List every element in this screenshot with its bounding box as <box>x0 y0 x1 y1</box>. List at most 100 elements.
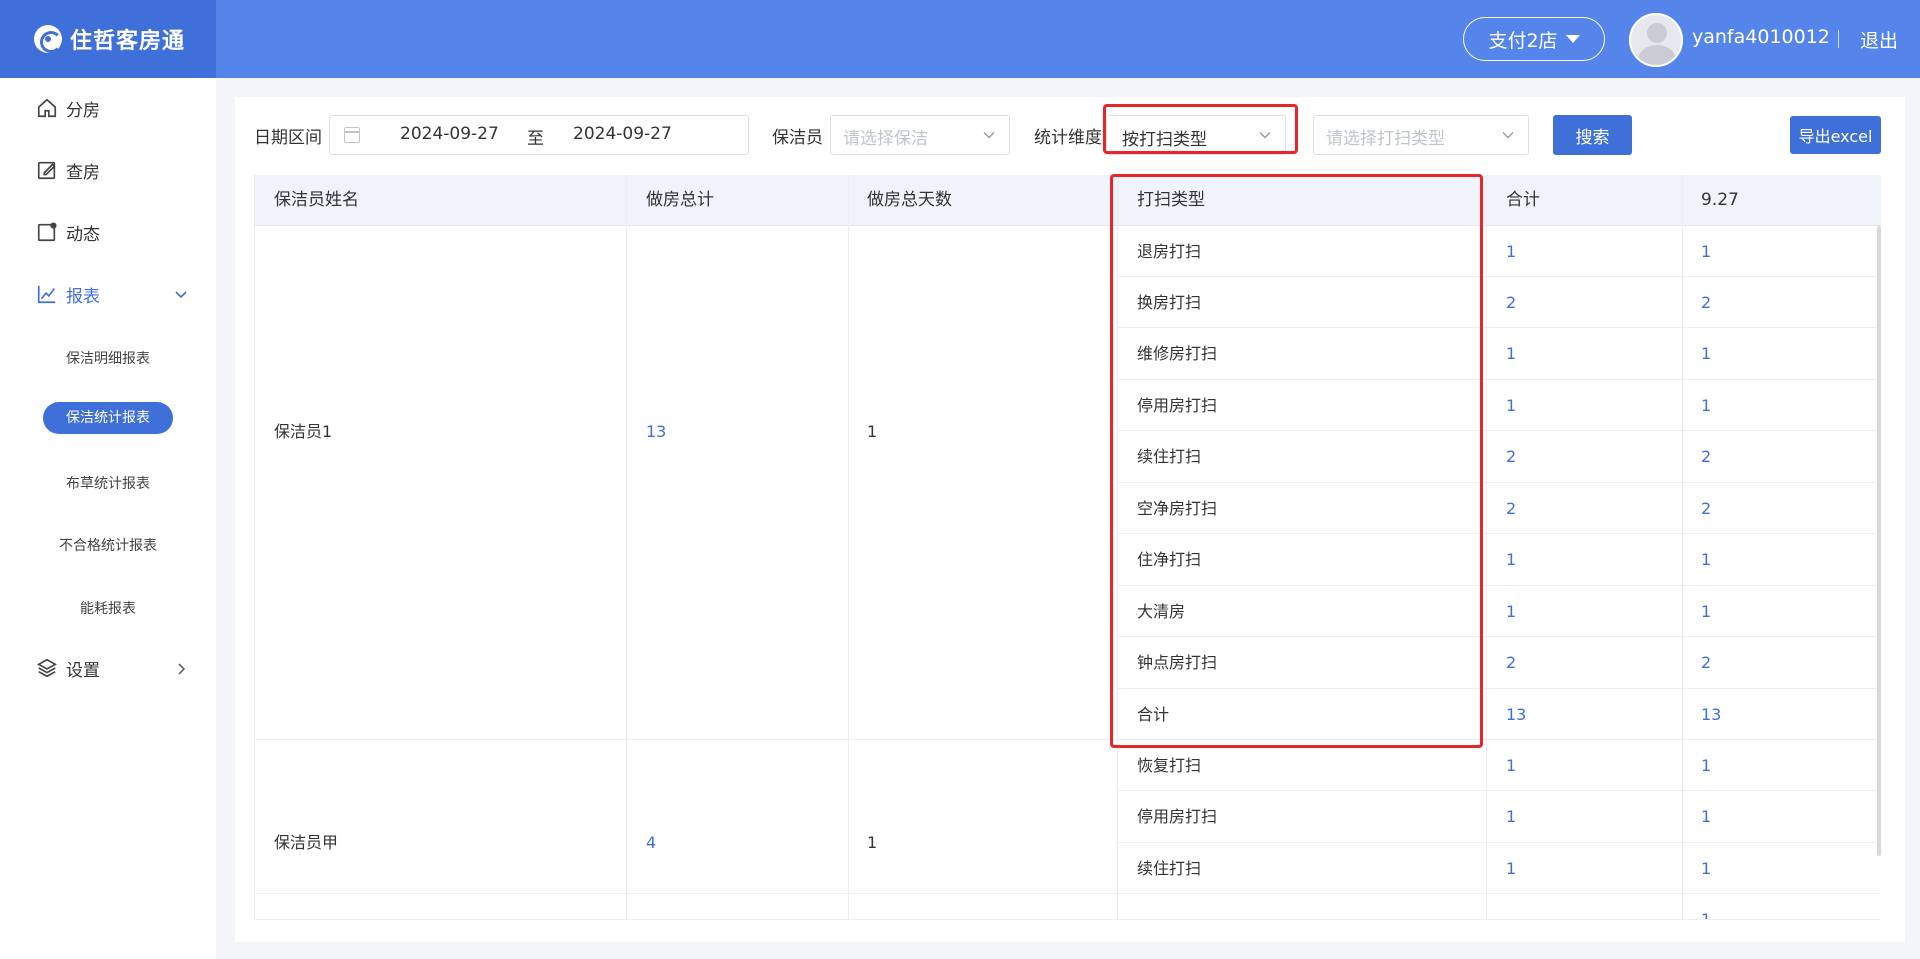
sum-value[interactable]: 1 <box>1506 791 1516 842</box>
sum-value[interactable]: 1 <box>1506 534 1516 585</box>
cleaner-placeholder: 请选择保洁 <box>843 129 928 149</box>
header-total-rooms: 做房总计 <box>646 190 714 210</box>
date-value[interactable]: 1 <box>1701 894 1711 919</box>
dimension-select[interactable]: 按打扫类型 <box>1106 115 1286 155</box>
sidebar-item-reports[interactable]: 报表 <box>36 279 100 309</box>
top-bar: 住哲客房通 支付2店 yanfa4010012 退出 <box>0 0 1920 78</box>
header-clean-type: 打扫类型 <box>1137 190 1205 210</box>
layers-icon <box>37 658 57 678</box>
sidebar-item-inspection[interactable]: 查房 <box>36 155 100 185</box>
activity-icon <box>37 222 57 242</box>
logo-icon <box>34 25 62 53</box>
header-cleaner-name: 保洁员姓名 <box>274 190 359 210</box>
date-value[interactable]: 2 <box>1701 431 1711 482</box>
sidebar-sub-cleaning-stats[interactable]: 保洁统计报表 <box>43 402 173 434</box>
cleaner-name: 保洁员甲 <box>274 833 339 852</box>
export-excel-button[interactable]: 导出excel <box>1790 116 1881 154</box>
date-value[interactable]: 2 <box>1701 637 1711 688</box>
sum-total[interactable]: 13 <box>1506 689 1526 740</box>
divider <box>1838 30 1839 48</box>
caret-down-icon <box>1565 35 1580 43</box>
logout-link[interactable]: 退出 <box>1860 26 1898 53</box>
sidebar-item-settings[interactable]: 设置 <box>36 653 100 683</box>
date-start[interactable]: 2024-09-27 <box>400 124 499 144</box>
dimension-label: 统计维度 <box>1034 128 1102 148</box>
total-days: 1 <box>867 422 878 441</box>
date-value[interactable]: 1 <box>1701 740 1711 791</box>
search-button[interactable]: 搜索 <box>1553 115 1632 155</box>
clean-type: 换房打扫 <box>1137 293 1202 312</box>
date-separator: 至 <box>527 129 544 149</box>
sidebar-sub-cleaning-detail[interactable]: 保洁明细报表 <box>0 348 216 368</box>
header-date-927: 9.27 <box>1701 190 1739 210</box>
date-value[interactable]: 1 <box>1701 328 1711 379</box>
store-selector[interactable]: 支付2店 <box>1463 17 1605 61</box>
cleaner-select[interactable]: 请选择保洁 <box>830 115 1010 155</box>
sidebar-item-activity[interactable]: 动态 <box>36 217 100 247</box>
cleaner-name: 保洁员1 <box>274 422 333 441</box>
clean-type: 停用房打扫 <box>1137 396 1218 415</box>
header-sum: 合计 <box>1506 190 1540 210</box>
table-header: 保洁员姓名 做房总计 做房总天数 打扫类型 合计 9.27 <box>255 175 1881 226</box>
date-label: 日期区间 <box>254 128 322 148</box>
sum-value[interactable]: 1 <box>1506 843 1516 894</box>
sidebar-sub-energy[interactable]: 能耗报表 <box>0 598 216 618</box>
date-value[interactable]: 1 <box>1701 791 1711 842</box>
edit-icon <box>37 161 56 180</box>
stats-table: 保洁员姓名 做房总计 做房总天数 打扫类型 合计 9.27 保洁员1 13 1 … <box>254 175 1881 920</box>
total-days: 1 <box>867 833 878 852</box>
date-end[interactable]: 2024-09-27 <box>573 124 672 144</box>
chart-icon <box>37 285 56 304</box>
date-range-picker[interactable]: 2024-09-27 至 2024-09-27 <box>329 115 749 155</box>
cleaner-label: 保洁员 <box>772 128 823 148</box>
date-value[interactable]: 1 <box>1701 586 1711 637</box>
date-value[interactable]: 2 <box>1701 277 1711 328</box>
date-value[interactable]: 1 <box>1701 534 1711 585</box>
username[interactable]: yanfa4010012 <box>1692 26 1830 48</box>
sidebar: 分房 查房 动态 报表 保洁明细报表 保洁统计报表 布草统计报表 不合格统计报表… <box>0 78 216 959</box>
clean-type: 维修房打扫 <box>1137 344 1218 363</box>
calendar-icon <box>344 127 360 143</box>
chevron-down-icon <box>1259 132 1271 139</box>
date-value[interactable]: 1 <box>1701 226 1711 277</box>
chevron-down-icon <box>983 132 995 139</box>
date-value[interactable]: 2 <box>1701 483 1711 534</box>
clean-type-select[interactable]: 请选择打扫类型 <box>1313 115 1529 155</box>
sum-value[interactable]: 1 <box>1506 586 1516 637</box>
date-value[interactable]: 1 <box>1701 843 1711 894</box>
sum-value[interactable]: 1 <box>1506 380 1516 431</box>
sum-value[interactable]: 1 <box>1506 226 1516 277</box>
sum-value[interactable]: 2 <box>1506 277 1516 328</box>
clean-type-total: 合计 <box>1137 705 1170 724</box>
sidebar-item-rooms[interactable]: 分房 <box>36 93 100 123</box>
clean-type: 大清房 <box>1137 602 1186 621</box>
clean-type: 续住打扫 <box>1137 447 1202 466</box>
sum-value[interactable]: 2 <box>1506 431 1516 482</box>
clean-type: 空净房打扫 <box>1137 499 1218 518</box>
date-total[interactable]: 13 <box>1701 689 1721 740</box>
total-rooms-link[interactable]: 4 <box>646 817 656 868</box>
sidebar-sub-unqualified-stats[interactable]: 不合格统计报表 <box>0 535 216 555</box>
table-scrollbar[interactable] <box>1877 226 1881 856</box>
logo[interactable]: 住哲客房通 <box>0 0 216 78</box>
header-total-days: 做房总天数 <box>867 190 952 210</box>
sum-value[interactable]: 1 <box>1506 328 1516 379</box>
clean-type: 钟点房打扫 <box>1137 653 1218 672</box>
total-rooms-link[interactable]: 13 <box>646 406 666 457</box>
sum-value[interactable]: 1 <box>1506 740 1516 791</box>
date-value[interactable]: 1 <box>1701 380 1711 431</box>
clean-type: 续住打扫 <box>1137 859 1202 878</box>
clean-type: 退房打扫 <box>1137 242 1202 261</box>
clean-type: 停用房打扫 <box>1137 807 1218 826</box>
clean-type: 住净打扫 <box>1137 550 1202 569</box>
sum-value[interactable]: 2 <box>1506 637 1516 688</box>
chevron-down-icon[interactable] <box>174 288 188 302</box>
store-name: 支付2店 <box>1488 29 1558 52</box>
avatar[interactable] <box>1629 13 1683 67</box>
dimension-value: 按打扫类型 <box>1122 130 1207 150</box>
sidebar-sub-linen-stats[interactable]: 布草统计报表 <box>0 473 216 493</box>
chevron-right-icon[interactable] <box>174 662 188 676</box>
sum-value[interactable]: 2 <box>1506 483 1516 534</box>
clean-type: 恢复打扫 <box>1137 756 1202 775</box>
chevron-down-icon <box>1502 132 1514 139</box>
